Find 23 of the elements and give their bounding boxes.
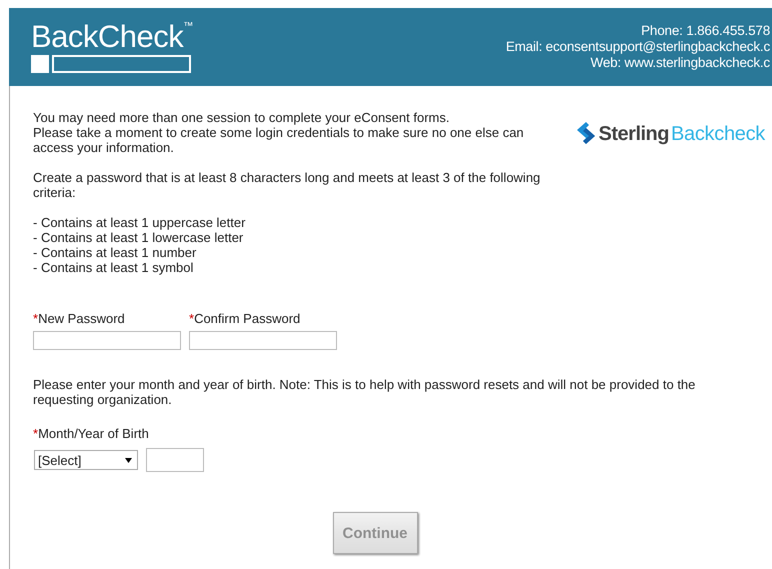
contact-line: Phone: 1.866.455.578	[640, 23, 770, 39]
field-label: *Confirm Password	[189, 311, 302, 327]
criteria-text: Create a password that is at least 8 characters long and meets at least 3 of the following criteria:	[33, 170, 542, 200]
criteria-item: - Contains at least 1 number	[33, 245, 198, 260]
logo-text: BackCheck$^{™}$	[31, 22, 193, 52]
brand-name: Backcheck	[670, 122, 765, 146]
month-select[interactable]: [Select]	[34, 450, 138, 470]
password-field[interactable]	[189, 331, 337, 350]
birth-note-text: Please enter your month and year of birth. Note: This is to help with password resets and will not be provided to the requesting organization.	[33, 377, 696, 407]
intro-text: You may need more than one session to complete your eConsent forms. Please take a moment to create some login credentials to make sure no one else can access your information.	[33, 110, 525, 155]
caret-icon	[125, 458, 132, 462]
field-label: *New Password	[33, 311, 126, 327]
year-field[interactable]	[146, 448, 204, 472]
field-label: *Month/Year of Birth	[33, 426, 150, 442]
criteria-item: - Contains at least 1 symbol	[33, 260, 194, 275]
brand-logo-icon	[574, 122, 597, 146]
brand-name: Sterling	[598, 122, 669, 146]
logo-bars-icon	[31, 54, 192, 74]
criteria-item: - Contains at least 1 uppercase letter	[33, 215, 246, 230]
contact-line: Email: econsentsupport@sterlingbackcheck.c	[506, 39, 770, 55]
contact-line: Web: www.sterlingbackcheck.c	[590, 55, 770, 71]
criteria-item: - Contains at least 1 lowercase letter	[33, 230, 244, 245]
password-field[interactable]	[33, 331, 181, 350]
